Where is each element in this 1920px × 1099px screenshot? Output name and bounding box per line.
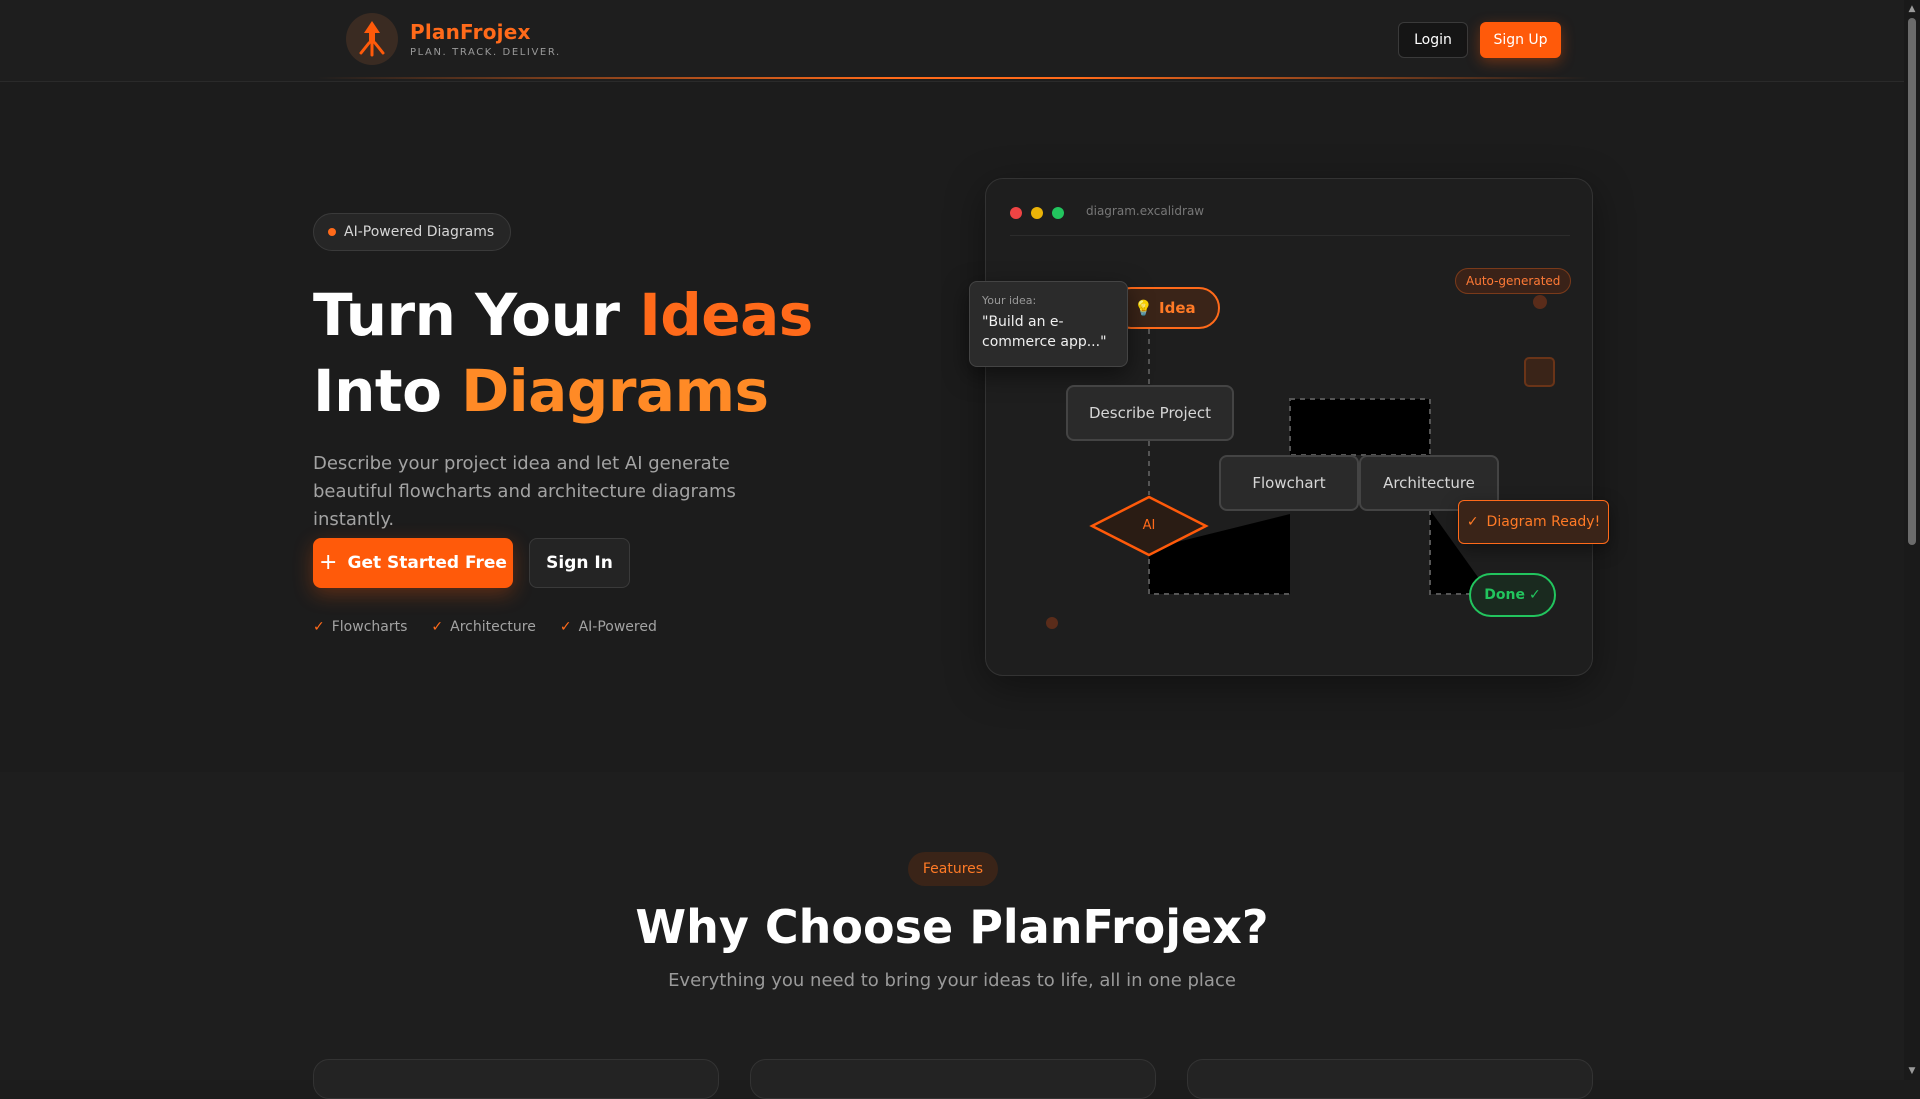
scrollbar-thumb[interactable] <box>1908 18 1916 545</box>
ai-node-label: AI <box>1142 518 1156 533</box>
tooltip-text: "Build an e-commerce app..." <box>982 314 1107 350</box>
lightbulb-icon: 💡 <box>1134 299 1154 317</box>
idea-node-label: Idea <box>1159 299 1196 317</box>
scroll-down-icon[interactable]: ▼ <box>1904 1064 1920 1078</box>
diagram-ready-toast: ✓ Diagram Ready! <box>1458 500 1609 544</box>
tooltip-label: Your idea: <box>982 294 1037 307</box>
checkmark-icon: ✓ <box>1528 587 1541 603</box>
feature-card <box>313 1059 719 1099</box>
auto-generated-tag: Auto-generated <box>1455 268 1572 294</box>
features-pill: Features <box>908 852 998 886</box>
scroll-up-icon[interactable]: ▲ <box>1904 2 1920 16</box>
done-node[interactable]: Done ✓ <box>1469 573 1556 617</box>
flowchart-node[interactable]: Flowchart <box>1219 455 1359 511</box>
diagram-ready-label: Diagram Ready! <box>1486 514 1601 530</box>
features-subtitle: Everything you need to bring your ideas … <box>668 970 1236 991</box>
feature-card <box>1187 1059 1593 1099</box>
describe-project-node[interactable]: Describe Project <box>1066 385 1234 441</box>
features-title: Why Choose PlanFrojex? <box>635 900 1269 954</box>
checkmark-icon: ✓ <box>1466 514 1479 530</box>
feature-card <box>750 1059 1156 1099</box>
done-label: Done <box>1484 587 1525 603</box>
idea-tooltip: Your idea: "Build an e-commerce app..." <box>969 281 1128 367</box>
